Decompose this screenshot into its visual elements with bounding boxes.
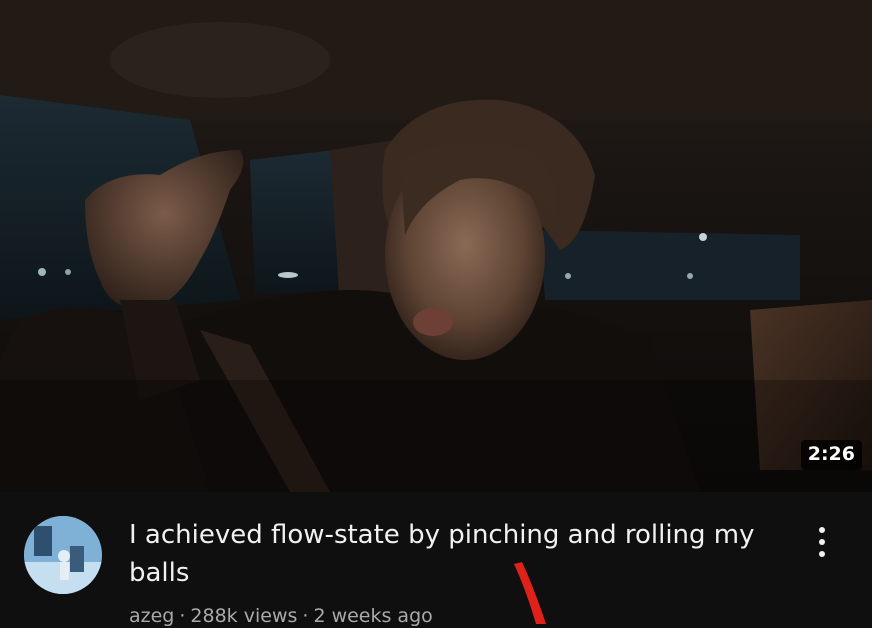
channel-name[interactable]: azeg xyxy=(129,605,174,627)
avatar-image xyxy=(24,516,102,594)
channel-avatar[interactable] xyxy=(24,516,102,594)
video-feed-card: 2:26 I achieved flow-state by pinching a… xyxy=(0,0,872,628)
video-meta: I achieved flow-state by pinching and ro… xyxy=(0,492,872,628)
more-vert-icon xyxy=(819,551,825,557)
view-count: 288k views xyxy=(190,605,298,627)
separator: · xyxy=(302,605,309,627)
more-vert-icon xyxy=(819,539,825,545)
duration-badge: 2:26 xyxy=(800,440,862,470)
more-vert-icon xyxy=(819,527,825,533)
video-title[interactable]: I achieved flow-state by pinching and ro… xyxy=(129,516,769,592)
video-subline: azeg · 288k views · 2 weeks ago xyxy=(129,604,433,628)
thumbnail-image xyxy=(0,0,872,492)
more-options-button[interactable] xyxy=(806,520,838,564)
upload-age: 2 weeks ago xyxy=(313,605,433,627)
separator: · xyxy=(179,605,186,627)
video-thumbnail[interactable]: 2:26 xyxy=(0,0,872,492)
